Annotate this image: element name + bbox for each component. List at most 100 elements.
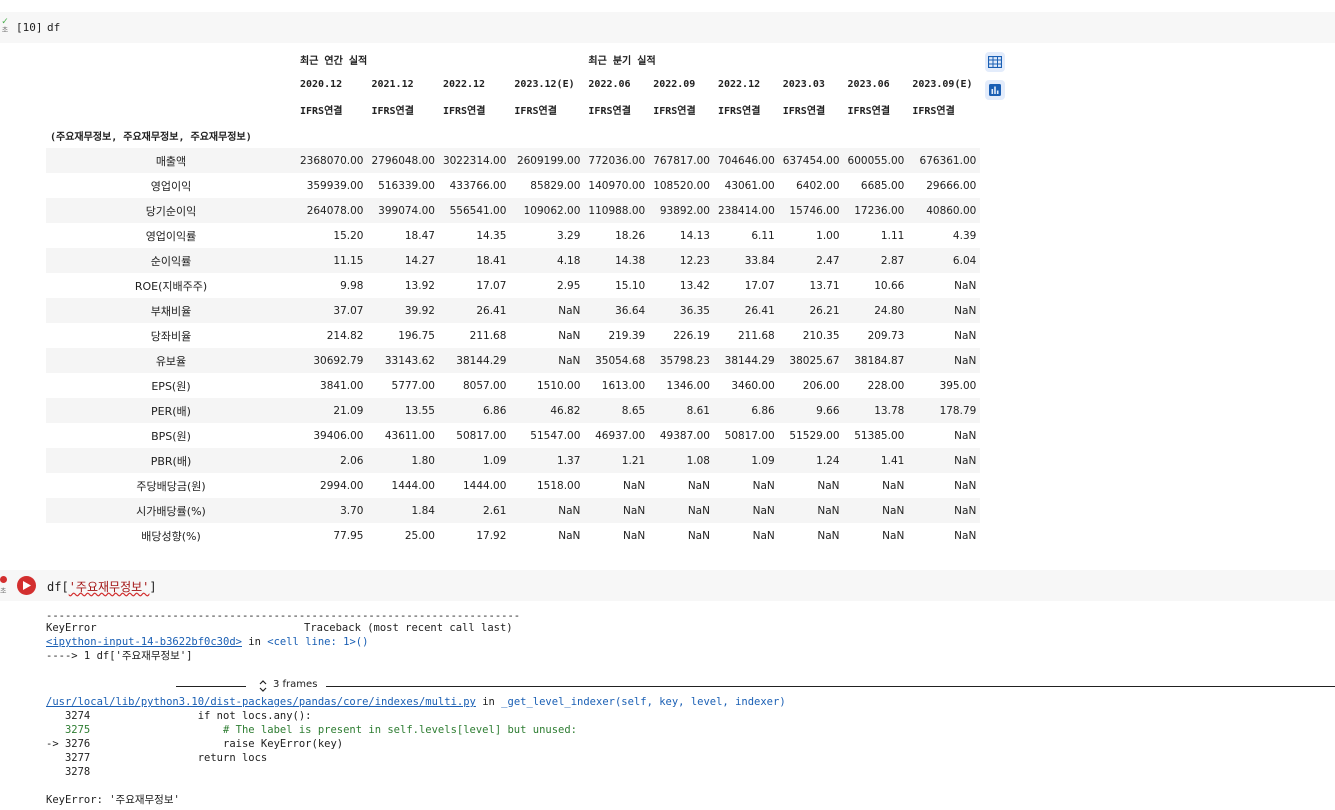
table-cell: 209.73: [867, 329, 905, 342]
table-cell: 36.35: [679, 304, 710, 317]
table-row: 당기순이익 264078.00 399074.00 556541.00 109062.0…: [46, 198, 981, 223]
period-header: 2023.12(E): [514, 79, 575, 90]
row-label: 주당배당금(원): [136, 479, 206, 493]
period-header: 2023.06: [847, 79, 890, 90]
frames-collapse-row[interactable]: 3 frames: [46, 679, 1335, 693]
cell-1-input[interactable]: ✓ 초 [10] df: [0, 12, 1335, 43]
table-cell: 14.27: [404, 254, 435, 267]
table-cell: 13.42: [679, 279, 710, 292]
table-cell: 43061.00: [724, 179, 775, 192]
table-cell: 767817.00: [653, 154, 710, 167]
table-cell: 5777.00: [391, 379, 435, 392]
row-label: 배당성향(%): [141, 529, 201, 543]
table-row: 시가배당률(%) 3.70 1.84 2.61 NaN NaN NaN NaN NaN NaN Na…: [46, 498, 981, 523]
index-name: (주요재무정보, 주요재무정보, 주요재무정보): [50, 131, 252, 143]
traceback-file-line: /usr/local/lib/python3.10/dist-packages/…: [46, 696, 786, 708]
table-cell: 18.26: [615, 229, 646, 242]
table-cell: 6402.00: [796, 179, 840, 192]
cell-2-code[interactable]: df['주요재무정보']: [47, 578, 157, 595]
period-header: 2023.09(E): [912, 79, 973, 90]
table-cell: NaN: [954, 329, 977, 342]
table-cell: 33143.62: [384, 354, 435, 367]
play-icon: [22, 581, 31, 590]
file-path-link[interactable]: /usr/local/lib/python3.10/dist-packages/…: [46, 696, 476, 708]
row-label: BPS(원): [151, 429, 191, 443]
basis-header: IFRS연결: [912, 106, 955, 117]
cell-1-code[interactable]: df: [47, 21, 60, 34]
table-cell: 1.41: [880, 454, 905, 467]
table-row: ROE(지배주주) 9.98 13.92 17.07 2.95 15.10 13.42 17.…: [46, 273, 980, 298]
table-cell: 30692.79: [313, 354, 364, 367]
table-cell: 8057.00: [462, 379, 507, 392]
table-cell: NaN: [558, 529, 581, 542]
table-cell: NaN: [558, 329, 581, 342]
basis-header: IFRS연결: [653, 106, 696, 117]
table-cell: 13.78: [874, 404, 905, 417]
table-cell: 85829.00: [530, 179, 581, 192]
table-cell: NaN: [882, 529, 905, 542]
table-cell: 12.23: [679, 254, 710, 267]
traceback-arrow-line: ----> 1 df['주요재무정보']: [46, 650, 193, 662]
table-cell: NaN: [623, 504, 646, 517]
traceback-code-line-highlighted: -> 3276 raise KeyError(key): [46, 738, 344, 750]
table-cell: 13.55: [404, 404, 435, 417]
table-cell: 6.11: [751, 229, 775, 242]
suggest-charts-button[interactable]: [985, 80, 1005, 100]
table-cell: 2.61: [483, 504, 507, 517]
ipython-input-link[interactable]: <ipython-input-14-b3622bf0c30d>: [46, 636, 242, 648]
group-header-quarterly: 최근 분기 실적: [588, 56, 656, 67]
traceback-header: KeyError Traceback (most recent call last…: [46, 622, 513, 634]
table-cell: NaN: [623, 479, 646, 492]
table-cell: 211.68: [738, 329, 775, 342]
table-cell: 51385.00: [854, 429, 905, 442]
cell-2-input[interactable]: 초 df['주요재무정보']: [0, 570, 1335, 601]
row-label: 당좌비율: [150, 329, 192, 343]
group-header-annual: 최근 연간 실적: [300, 56, 368, 67]
table-cell: 8.65: [621, 404, 646, 417]
table-cell: NaN: [687, 504, 710, 517]
convert-to-interactive-table-button[interactable]: [985, 52, 1005, 72]
row-label: PER(배): [151, 404, 191, 418]
table-cell: 24.80: [874, 304, 905, 317]
table-cell: 4.39: [952, 229, 977, 242]
table-cell: 1.11: [880, 229, 905, 242]
table-cell: 14.38: [615, 254, 646, 267]
basis-header: IFRS연결: [588, 106, 631, 117]
table-cell: 4.18: [557, 254, 581, 267]
table-cell: 6.86: [751, 404, 775, 417]
table-cell: 15.10: [615, 279, 646, 292]
table-cell: 704646.00: [717, 154, 775, 167]
table-cell: NaN: [954, 354, 977, 367]
table-cell: 196.75: [398, 329, 435, 342]
row-label: EPS(원): [151, 379, 191, 393]
table-cell: NaN: [954, 429, 977, 442]
table-cell: NaN: [558, 304, 581, 317]
table-cell: 38144.29: [456, 354, 507, 367]
table-row: PBR(배) 2.06 1.80 1.09 1.37 1.21 1.08 1.09 1.24 1.…: [46, 448, 981, 473]
table-cell: NaN: [752, 504, 775, 517]
table-cell: 14.13: [679, 229, 710, 242]
table-cell: 2609199.00: [516, 154, 581, 167]
table-cell: 1.24: [816, 454, 840, 467]
row-label: 시가배당률(%): [136, 504, 206, 518]
table-cell: NaN: [954, 454, 977, 467]
frames-label: 3 frames: [273, 679, 318, 690]
run-cell-button[interactable]: [17, 576, 36, 595]
table-cell: 1.00: [816, 229, 840, 242]
table-cell: 211.68: [469, 329, 507, 342]
table-cell: 2.06: [340, 454, 364, 467]
table-cell: 1510.00: [536, 379, 581, 392]
table-cell: 51547.00: [530, 429, 581, 442]
table-cell: 600055.00: [847, 154, 905, 167]
period-header: 2022.12: [717, 79, 761, 90]
table-cell: 2.95: [557, 279, 581, 292]
period-header: 2020.12: [300, 79, 343, 90]
table-cell: 1444.00: [462, 479, 507, 492]
table-cell: NaN: [954, 529, 977, 542]
table-cell: 93892.00: [659, 204, 710, 217]
table-cell: 6.04: [952, 254, 977, 267]
table-cell: NaN: [954, 279, 977, 292]
table-cell: 2.87: [880, 254, 905, 267]
table-cell: 9.66: [816, 404, 840, 417]
row-label: 부채비율: [150, 304, 192, 318]
